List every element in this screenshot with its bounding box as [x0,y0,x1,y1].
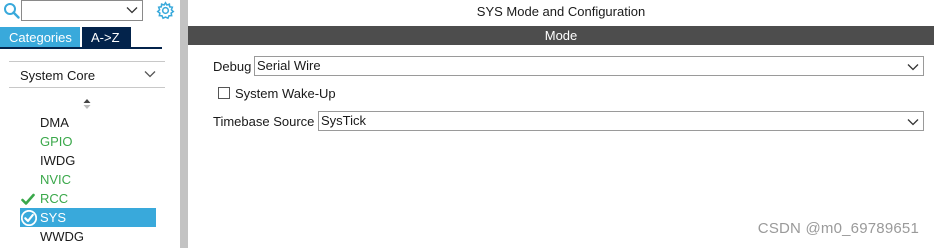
check-icon [21,192,35,205]
chevron-down-icon[interactable] [907,60,919,72]
search-combobox[interactable] [21,0,143,21]
tab-a-to-z[interactable]: A->Z [82,27,131,48]
system-wakeup-checkbox[interactable] [218,87,230,99]
sort-icon[interactable] [82,98,92,110]
list-item-label: DMA [40,115,69,130]
timebase-source-select[interactable]: SysTick [318,111,924,131]
list-item-label: IWDG [40,153,76,168]
panel-splitter[interactable] [180,0,188,248]
list-item-iwdg[interactable]: IWDG [20,151,156,170]
section-header-system-core[interactable]: System Core [9,62,165,88]
timebase-select-value: SysTick [321,113,367,128]
tab-underline [0,47,162,49]
list-item-dma[interactable]: DMA [20,113,156,132]
search-icon[interactable] [3,2,21,20]
category-tabs: Categories A->Z [0,27,180,49]
list-item-wwdg[interactable]: WWDG [20,227,156,246]
gear-icon[interactable] [156,1,175,20]
debug-select-value: Serial Wire [257,58,321,73]
list-item-label: SYS [40,210,67,225]
debug-select[interactable]: Serial Wire [254,56,924,76]
left-panel: Categories A->Z System Core DMA GPIO IWD… [0,0,180,248]
system-wakeup-label: System Wake-Up [235,86,336,101]
list-item-sys[interactable]: SYS [20,208,156,227]
chevron-down-icon[interactable] [907,115,919,127]
list-item-label: WWDG [40,229,85,244]
list-item-label: GPIO [40,134,73,149]
list-item-gpio[interactable]: GPIO [20,132,156,151]
list-item-rcc[interactable]: RCC [20,189,156,208]
debug-label: Debug [213,59,252,74]
list-item-nvic[interactable]: NVIC [20,170,156,189]
list-item-label: RCC [40,191,69,206]
tab-categories[interactable]: Categories [0,27,80,48]
page-title: SYS Mode and Configuration [476,4,646,19]
circle-check-icon [20,209,38,227]
watermark: CSDN @m0_69789651 [757,220,919,237]
section-label: System Core [20,68,96,83]
chevron-down-icon[interactable] [143,67,157,81]
mode-section-header: Mode [188,26,934,45]
list-item-label: NVIC [40,172,72,187]
peripheral-list: DMA GPIO IWDG NVIC RCC SYS WWDG [20,113,156,246]
chevron-down-icon[interactable] [126,4,138,16]
timebase-source-label: Timebase Source [213,114,315,129]
